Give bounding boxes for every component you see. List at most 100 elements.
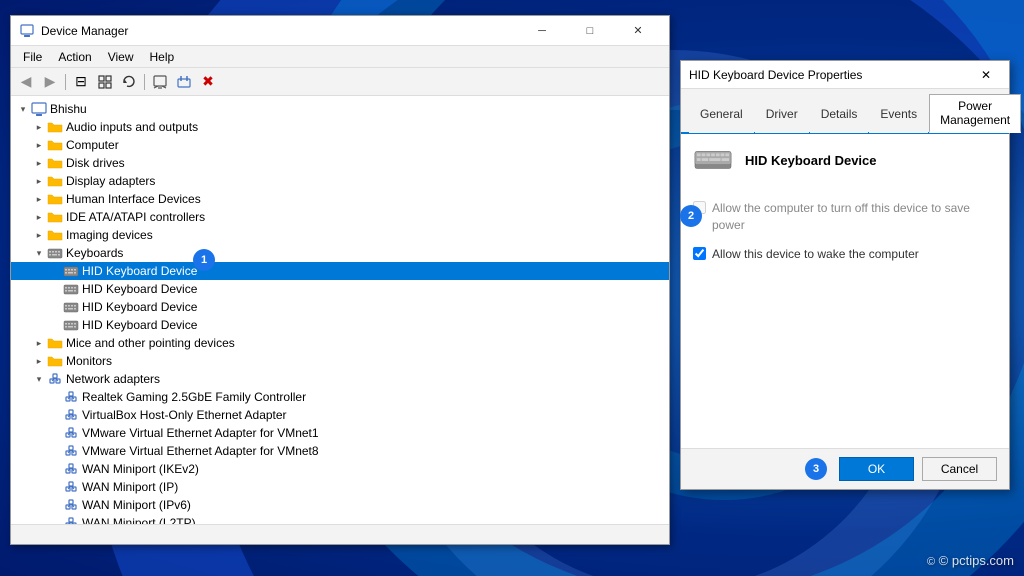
tabs-bar: General Driver Details Events Power Mana… (681, 89, 1009, 134)
tree-item-hid_kbd3[interactable]: HID Keyboard Device (11, 298, 669, 316)
device-tree[interactable]: ▾Bhishu▸Audio inputs and outputs▸Compute… (11, 96, 669, 524)
toolbar-back-button[interactable]: ◀ (15, 71, 37, 93)
label-root: Bhishu (50, 102, 87, 116)
window-titlebar: Device Manager ─ □ ✕ (11, 16, 669, 46)
tree-item-net5[interactable]: WAN Miniport (IKEv2) (11, 460, 669, 478)
icon-audio (47, 119, 63, 135)
icon-net8 (63, 515, 79, 524)
tree-item-hid_kbd1[interactable]: HID Keyboard Device (11, 262, 669, 280)
tree-item-diskdrives[interactable]: ▸Disk drives (11, 154, 669, 172)
watermark: © © pctips.com (927, 553, 1014, 568)
icon-hid_kbd2 (63, 281, 79, 297)
dialog-device-name: HID Keyboard Device (745, 153, 877, 168)
label-hid_kbd2: HID Keyboard Device (82, 282, 197, 296)
menu-action[interactable]: Action (50, 48, 99, 66)
device-header: HID Keyboard Device (693, 146, 997, 182)
tree-item-audio[interactable]: ▸ Audio inputs and outputs (11, 118, 669, 136)
tree-item-monitors[interactable]: ▸ Monitors (11, 352, 669, 370)
menu-help[interactable]: Help (142, 48, 183, 66)
expand-btn-mice: ▸ (31, 335, 47, 351)
app-icon (19, 23, 35, 39)
toolbar-update-button[interactable] (118, 71, 140, 93)
label-monitors: Monitors (66, 354, 112, 368)
toolbar: ◀ ▶ ⊟ (11, 68, 669, 96)
toolbar-add-button[interactable] (173, 71, 195, 93)
tab-details[interactable]: Details (810, 94, 869, 133)
device-manager-window: Device Manager ─ □ ✕ File Action View He… (10, 15, 670, 545)
tree-item-hid[interactable]: ▸Human Interface Devices (11, 190, 669, 208)
expand-btn-keyboards: ▾ (31, 245, 47, 261)
device-icon (693, 146, 733, 174)
label-net2: VirtualBox Host-Only Ethernet Adapter (82, 408, 287, 422)
icon-net5 (63, 461, 79, 477)
expand-btn-network: ▾ (31, 371, 47, 387)
menu-file[interactable]: File (15, 48, 50, 66)
tab-events[interactable]: Events (869, 94, 928, 133)
tree-item-ide[interactable]: ▸ IDE ATA/ATAPI controllers (11, 208, 669, 226)
dialog-content-area: HID Keyboard Device Allow the computer t… (681, 134, 1009, 448)
icon-display (47, 173, 63, 189)
badge-1: 1 (193, 249, 215, 271)
maximize-button[interactable]: □ (567, 16, 613, 46)
toolbar-remove-button[interactable]: ✖ (197, 71, 219, 93)
label-computer: Computer (66, 138, 119, 152)
label-net8: WAN Miniport (L2TP) (82, 516, 196, 524)
minimize-button[interactable]: ─ (519, 16, 565, 46)
tree-item-network[interactable]: ▾Network adapters (11, 370, 669, 388)
label-hid_kbd3: HID Keyboard Device (82, 300, 197, 314)
properties-dialog: HID Keyboard Device Properties ✕ General… (680, 60, 1010, 490)
toolbar-scan-button[interactable] (149, 71, 171, 93)
label-ide: IDE ATA/ATAPI controllers (66, 210, 205, 224)
label-imaging: Imaging devices (66, 228, 153, 242)
menu-view[interactable]: View (100, 48, 142, 66)
expand-btn-monitors: ▸ (31, 353, 47, 369)
tree-item-display[interactable]: ▸Display adapters (11, 172, 669, 190)
tree-item-net4[interactable]: VMware Virtual Ethernet Adapter for VMne… (11, 442, 669, 460)
ok-button[interactable]: OK (839, 457, 914, 481)
tree-item-net2[interactable]: VirtualBox Host-Only Ethernet Adapter (11, 406, 669, 424)
icon-keyboards (47, 245, 63, 261)
allow-wake-checkbox[interactable] (693, 247, 706, 260)
allow-wake-row: Allow this device to wake the computer (693, 244, 997, 265)
close-button[interactable]: ✕ (615, 16, 661, 46)
tree-item-mice[interactable]: ▸Mice and other pointing devices (11, 334, 669, 352)
icon-imaging (47, 227, 63, 243)
tree-item-computer[interactable]: ▸Computer (11, 136, 669, 154)
tab-power-management[interactable]: Power Management (929, 94, 1021, 133)
allow-wake-label: Allow this device to wake the computer (712, 246, 919, 263)
label-net4: VMware Virtual Ethernet Adapter for VMne… (82, 444, 319, 458)
toolbar-separator-2 (144, 74, 145, 90)
cancel-button[interactable]: Cancel (922, 457, 997, 481)
tab-driver[interactable]: Driver (755, 94, 809, 133)
tree-item-net3[interactable]: VMware Virtual Ethernet Adapter for VMne… (11, 424, 669, 442)
label-audio: Audio inputs and outputs (66, 120, 198, 134)
toolbar-expand-button[interactable] (94, 71, 116, 93)
tree-item-net6[interactable]: WAN Miniport (IP) (11, 478, 669, 496)
icon-net1 (63, 389, 79, 405)
tree-item-imaging[interactable]: ▸Imaging devices (11, 226, 669, 244)
expand-btn-hid_kbd4 (47, 317, 63, 333)
toolbar-properties-button[interactable]: ⊟ (70, 71, 92, 93)
icon-net3 (63, 425, 79, 441)
icon-diskdrives (47, 155, 63, 171)
expand-btn-net5 (47, 461, 63, 477)
tree-item-net7[interactable]: WAN Miniport (IPv6) (11, 496, 669, 514)
expand-btn-hid_kbd3 (47, 299, 63, 315)
icon-hid (47, 191, 63, 207)
expand-btn-ide: ▸ (31, 209, 47, 225)
tree-item-net1[interactable]: Realtek Gaming 2.5GbE Family Controller (11, 388, 669, 406)
label-net3: VMware Virtual Ethernet Adapter for VMne… (82, 426, 319, 440)
expand-btn-net2 (47, 407, 63, 423)
tree-item-hid_kbd4[interactable]: HID Keyboard Device (11, 316, 669, 334)
tree-item-hid_kbd2[interactable]: HID Keyboard Device (11, 280, 669, 298)
expand-btn-audio: ▸ (31, 119, 47, 135)
toolbar-forward-button[interactable]: ▶ (39, 71, 61, 93)
tab-general[interactable]: General (689, 94, 754, 133)
icon-monitors (47, 353, 63, 369)
dialog-close-button[interactable]: ✕ (971, 63, 1001, 87)
expand-btn-net7 (47, 497, 63, 513)
tree-item-keyboards[interactable]: ▾Keyboards (11, 244, 669, 262)
tree-item-root[interactable]: ▾Bhishu (11, 100, 669, 118)
tree-item-net8[interactable]: WAN Miniport (L2TP) (11, 514, 669, 524)
icon-net7 (63, 497, 79, 513)
